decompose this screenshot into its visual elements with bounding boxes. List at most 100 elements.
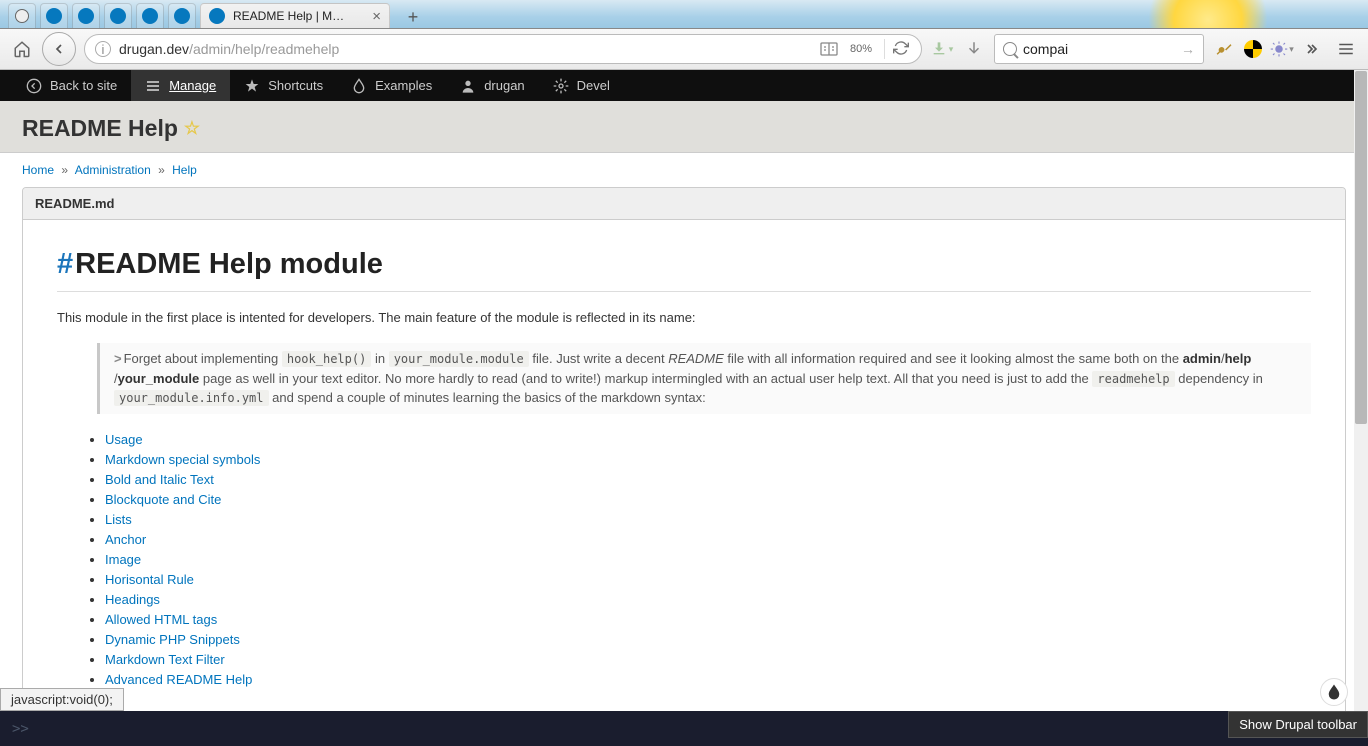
quote-marker: > [114,351,122,366]
console-prompt[interactable]: >> [12,721,29,737]
new-tab-button[interactable]: + [400,6,426,28]
browser-toolbar: i drugan.dev/admin/help/readmehelp 80% ▾… [0,29,1368,70]
bug-icon[interactable]: ▾ [1270,37,1294,61]
intro-text: This module in the first place is intent… [57,310,1311,325]
blockquote: >Forget about implementing hook_help() i… [97,343,1311,414]
drupal-toolbar-toggle[interactable] [1320,678,1348,706]
close-icon[interactable]: × [372,8,381,25]
toolbar-label: Examples [375,78,432,93]
browser-tab[interactable] [168,3,196,28]
toc-link[interactable]: Blockquote and Cite [105,492,221,507]
toc-link[interactable]: Anchor [105,532,146,547]
toc-link[interactable]: Headings [105,592,160,607]
toolbar-shortcuts[interactable]: Shortcuts [230,70,337,101]
tooltip: Show Drupal toolbar [1228,711,1368,738]
url-input[interactable]: i drugan.dev/admin/help/readmehelp 80% [84,34,922,64]
toc-item: Horisontal Rule [105,572,1311,587]
content-tab-header: README.md [23,188,1345,220]
breadcrumb-admin[interactable]: Administration [75,163,151,177]
user-icon [460,78,476,94]
drupal-icon [46,8,62,24]
toc-link[interactable]: Dynamic PHP Snippets [105,632,240,647]
toolbar-label: Shortcuts [268,78,323,93]
reader-mode-icon[interactable] [820,42,838,56]
drupal-icon [78,8,94,24]
tab-title: README Help | M… [233,9,364,23]
browser-tab[interactable] [8,3,36,28]
gear-icon [553,78,569,94]
page-header: README Help ☆ [0,101,1368,153]
toc-item: Bold and Italic Text [105,472,1311,487]
toc-link[interactable]: Advanced README Help [105,672,252,687]
url-text: drugan.dev/admin/help/readmehelp [119,41,812,57]
arrow-left-icon [26,78,42,94]
download-icon[interactable]: ▾ [930,37,954,61]
breadcrumb-home[interactable]: Home [22,163,54,177]
zoom-level[interactable]: 80% [846,42,876,56]
toc-item: Anchor [105,532,1311,547]
back-button[interactable] [42,32,76,66]
content-body: #README Help module This module in the f… [23,220,1345,720]
refresh-icon[interactable] [893,40,911,59]
content-panel: README.md #README Help module This modul… [22,187,1346,721]
scrollbar-thumb[interactable] [1355,71,1367,424]
toolbar-manage[interactable]: Manage [131,70,230,101]
toc-item: Image [105,552,1311,567]
drupal-icon [110,8,126,24]
breadcrumb-help[interactable]: Help [172,163,197,177]
divider [57,291,1311,292]
browser-tab[interactable] [72,3,100,28]
overflow-icon[interactable] [1302,37,1326,61]
go-icon[interactable]: → [1181,41,1195,57]
menu-icon[interactable] [1334,37,1358,61]
search-input[interactable]: compai → [994,34,1204,64]
bottom-console-bar: >> [0,711,1368,746]
toc-link[interactable]: Image [105,552,141,567]
toc-link[interactable]: Usage [105,432,143,447]
toc-link[interactable]: Allowed HTML tags [105,612,217,627]
drupal-admin-toolbar: Back to site Manage Shortcuts Examples d… [0,70,1368,101]
toc-link[interactable]: Markdown special symbols [105,452,260,467]
toolbar-devel[interactable]: Devel [539,70,624,101]
toolbar-user[interactable]: drugan [446,70,538,101]
toc-link[interactable]: Lists [105,512,132,527]
browser-tab[interactable] [104,3,132,28]
wrench-icon[interactable] [1212,37,1236,61]
star-icon [244,78,260,94]
toc-item: Dynamic PHP Snippets [105,632,1311,647]
page-title: README Help ☆ [22,115,200,142]
toc-item: Allowed HTML tags [105,612,1311,627]
breadcrumb: Home » Administration » Help [0,153,1368,187]
toolbar-label: Manage [169,78,216,93]
browser-tab-strip: README Help | M… × + [0,0,1368,29]
anchor-hash-icon[interactable]: # [57,248,73,281]
search-text: compai [1023,41,1175,57]
toc-link[interactable]: Bold and Italic Text [105,472,214,487]
drop-icon [351,78,367,94]
toc-link[interactable]: Markdown Text Filter [105,652,225,667]
browser-tab-active[interactable]: README Help | M… × [200,3,390,28]
toc-item: Lists [105,512,1311,527]
favorite-star-icon[interactable]: ☆ [184,118,200,139]
info-icon[interactable]: i [95,41,111,57]
toc-item: Markdown special symbols [105,452,1311,467]
browser-tab[interactable] [40,3,68,28]
search-icon [1003,42,1017,56]
toc-link[interactable]: Horisontal Rule [105,572,194,587]
download-arrow-icon[interactable] [962,37,986,61]
drupal-icon [174,8,190,24]
globe-icon [15,9,29,23]
hazard-icon[interactable] [1244,40,1262,58]
toolbar-label: Devel [577,78,610,93]
toc-item: Markdown Text Filter [105,652,1311,667]
toolbar-back-to-site[interactable]: Back to site [12,70,131,101]
drupal-icon [142,8,158,24]
toolbar-examples[interactable]: Examples [337,70,446,101]
scrollbar[interactable] [1354,70,1368,711]
table-of-contents: Usage Markdown special symbols Bold and … [105,432,1311,687]
status-bar: javascript:void(0); [0,688,124,711]
toolbar-label: Back to site [50,78,117,93]
home-icon[interactable] [10,37,34,61]
toc-item: Headings [105,592,1311,607]
browser-tab[interactable] [136,3,164,28]
